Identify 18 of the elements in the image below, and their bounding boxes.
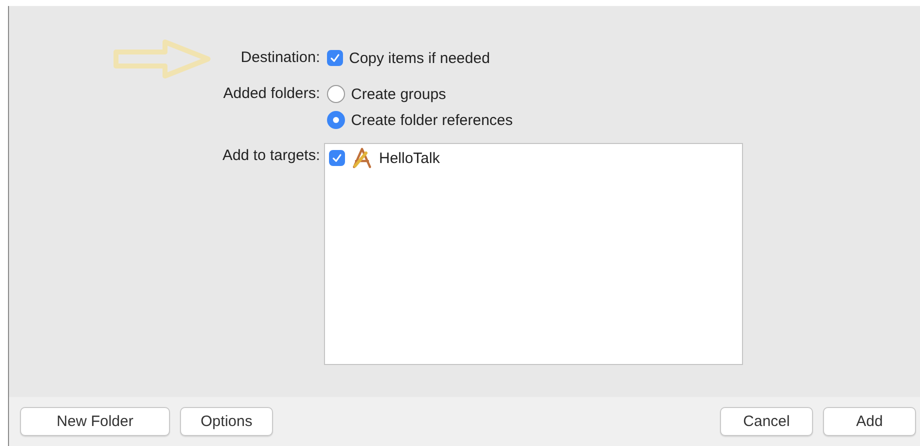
- radio-button[interactable]: [327, 111, 345, 129]
- field-label: Added folders:: [223, 85, 320, 102]
- checkbox[interactable]: [327, 50, 343, 66]
- checkbox[interactable]: [329, 150, 345, 166]
- field-label: Destination:: [240, 49, 320, 66]
- radio-button[interactable]: [327, 85, 345, 103]
- target-name: HelloTalk: [379, 150, 440, 166]
- app-icon: [351, 147, 373, 169]
- dialog-button[interactable]: Options: [180, 407, 273, 436]
- dialog-button[interactable]: New Folder: [20, 407, 170, 436]
- option-label: Create groups: [351, 86, 446, 102]
- option-label: Copy items if needed: [349, 50, 490, 66]
- option-label: Create folder references: [351, 112, 513, 128]
- checkmark-icon: [330, 151, 344, 165]
- dialog-button[interactable]: Add: [823, 407, 916, 436]
- checkmark-icon: [328, 51, 342, 65]
- dialog-button[interactable]: Cancel: [720, 407, 813, 436]
- field-label: Add to targets:: [222, 147, 320, 164]
